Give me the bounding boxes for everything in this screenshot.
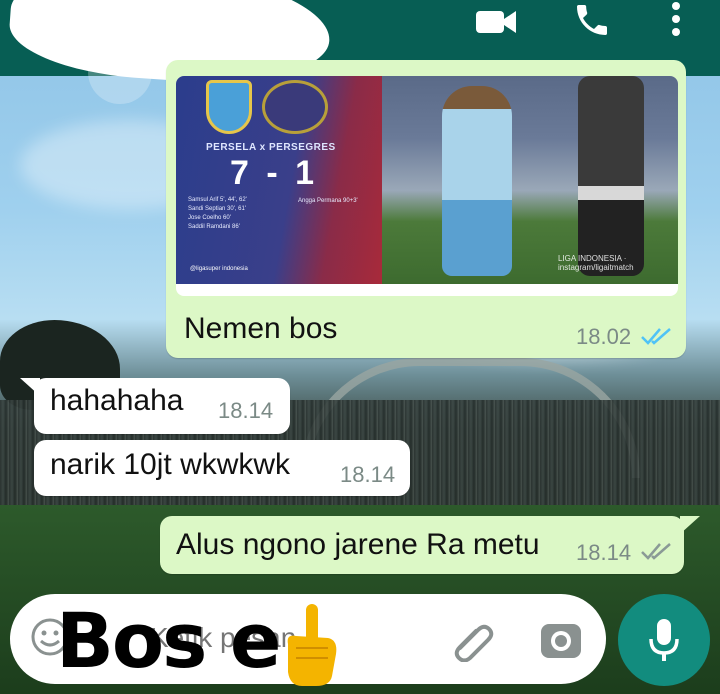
player-persela [442, 86, 512, 276]
message-text: Alus ngono jarene Ra metu [176, 528, 540, 561]
camera-icon[interactable] [538, 618, 584, 662]
photo-watermark: LIGA INDONESIA · instagram/ligaitmatch [558, 254, 634, 272]
microphone-icon [649, 619, 679, 661]
match-title: PERSELA x PERSEGRES [206, 142, 336, 153]
persela-logo [206, 80, 252, 134]
message-time: 18.02 [576, 324, 632, 349]
persegres-logo [262, 80, 328, 134]
match-score: 7 - 1 [230, 154, 319, 192]
delivered-ticks-icon [641, 543, 671, 560]
player-persegres [578, 76, 644, 276]
more-options-icon[interactable] [652, 0, 700, 40]
voice-message-button[interactable] [618, 594, 710, 686]
video-call-icon[interactable] [472, 2, 520, 42]
read-ticks-icon [641, 328, 671, 345]
instagram-handle: @ligasuper indonesia [190, 266, 248, 272]
message-text: hahahaha [50, 384, 184, 417]
bubble-tail [20, 378, 40, 396]
meme-caption: Bos e [56, 596, 281, 685]
message-text: Nemen bos [184, 312, 338, 345]
message-text: narik 10jt wkwkwk [50, 448, 291, 481]
bubble-tail [680, 516, 700, 534]
message-time: 18.14 [340, 462, 396, 487]
pointing-up-hand-icon [287, 604, 337, 686]
message-time: 18.14 [576, 540, 632, 565]
attachment-icon[interactable] [448, 618, 498, 662]
away-scorers: Angga Permana 90+3' [298, 198, 358, 204]
match-photo: LIGA INDONESIA · instagram/ligaitmatch [382, 76, 678, 284]
message-time: 18.14 [218, 398, 274, 423]
match-result-image[interactable]: PERSELA x PERSEGRES 7 - 1 Samsul Arif 5'… [176, 76, 678, 296]
score-graphic: PERSELA x PERSEGRES 7 - 1 Samsul Arif 5'… [176, 76, 382, 284]
home-scorers: Samsul Arif 5', 44', 62' Sandi Septian 3… [188, 197, 247, 230]
voice-call-icon[interactable] [568, 0, 616, 40]
